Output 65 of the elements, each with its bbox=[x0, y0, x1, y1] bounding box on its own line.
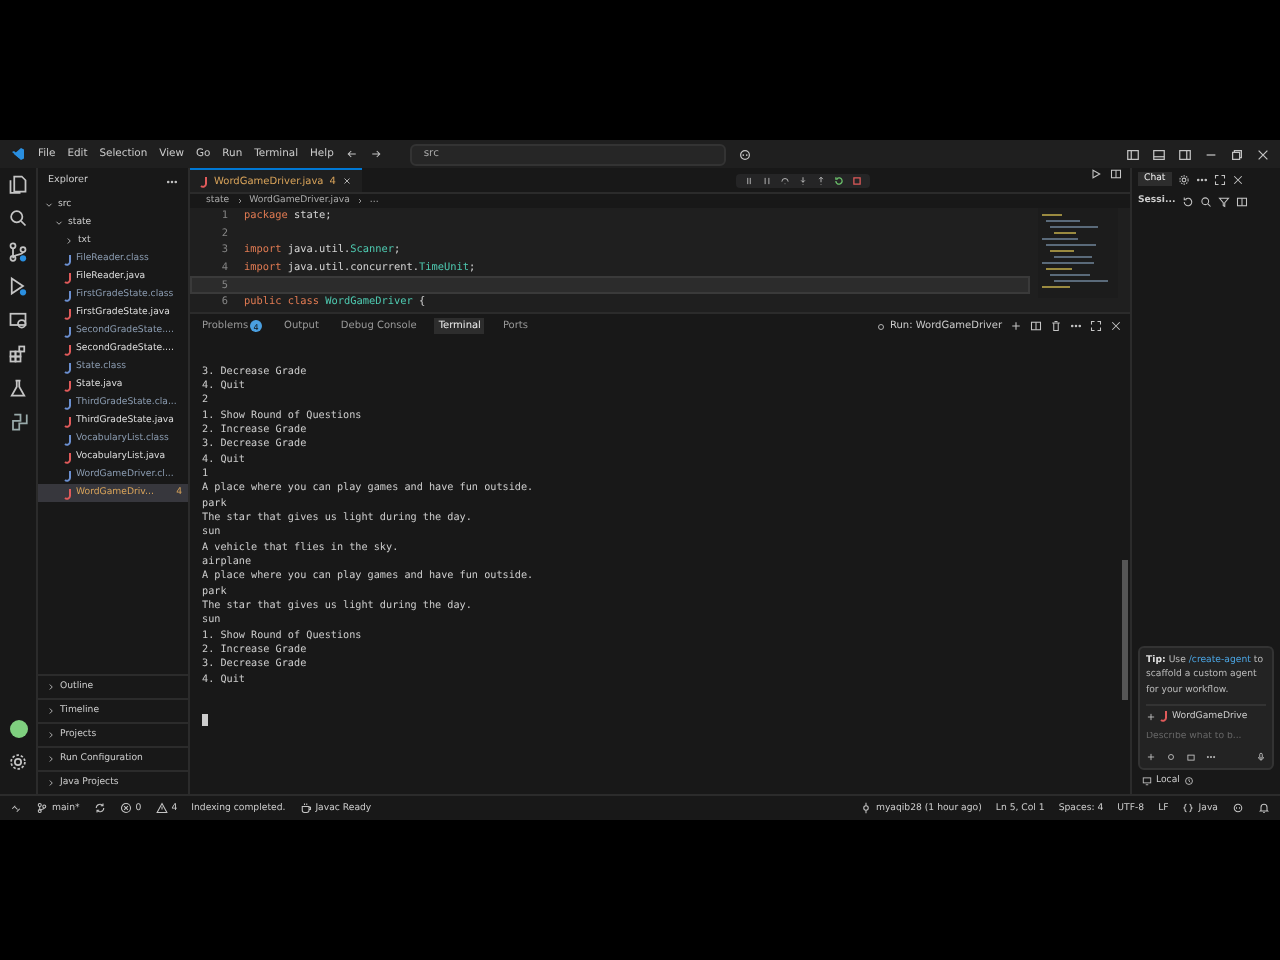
flask-icon[interactable] bbox=[8, 378, 28, 398]
search-icon[interactable] bbox=[1199, 195, 1212, 207]
commit-icon bbox=[859, 802, 872, 814]
stop-icon[interactable] bbox=[852, 175, 862, 185]
account-avatar[interactable] bbox=[9, 720, 27, 738]
split-icon[interactable] bbox=[1235, 195, 1248, 207]
close-icon[interactable] bbox=[1231, 173, 1244, 185]
maximize-icon[interactable] bbox=[1213, 173, 1226, 185]
chevron-right-icon[interactable] bbox=[64, 236, 74, 246]
java-file-icon bbox=[1160, 710, 1168, 722]
split-editor-icon[interactable] bbox=[1110, 168, 1122, 180]
microphone-icon[interactable] bbox=[1256, 752, 1266, 762]
error-icon bbox=[119, 802, 132, 814]
refresh-icon[interactable] bbox=[1181, 195, 1194, 207]
trash-icon[interactable] bbox=[1050, 320, 1062, 333]
extensions-icon[interactable] bbox=[8, 344, 28, 364]
close-icon[interactable] bbox=[1256, 147, 1270, 161]
chevron-right-icon bbox=[46, 682, 56, 692]
bell-icon[interactable] bbox=[1258, 802, 1270, 814]
more-icon[interactable] bbox=[1070, 320, 1082, 333]
chevron-right-icon bbox=[46, 706, 56, 716]
back-arrow-icon[interactable] bbox=[345, 148, 358, 160]
scrollbar[interactable] bbox=[1122, 559, 1128, 700]
close-icon[interactable] bbox=[1110, 320, 1122, 333]
warning-icon bbox=[155, 802, 168, 814]
layout-icon[interactable] bbox=[1126, 147, 1140, 161]
cup-icon bbox=[299, 802, 312, 814]
restart-icon[interactable] bbox=[834, 175, 844, 185]
step-over-icon[interactable] bbox=[780, 175, 790, 185]
history-icon[interactable] bbox=[1183, 776, 1194, 786]
run-debug-icon[interactable] bbox=[8, 276, 28, 296]
drag-handle-icon[interactable] bbox=[744, 175, 754, 185]
add-icon[interactable] bbox=[1146, 752, 1156, 762]
monitor-icon bbox=[1142, 776, 1152, 786]
split-terminal-icon[interactable] bbox=[1030, 320, 1042, 333]
vscode-logo-icon bbox=[10, 146, 26, 162]
settings-icon[interactable] bbox=[8, 752, 28, 772]
terminal-cursor bbox=[202, 714, 208, 727]
more-icon[interactable] bbox=[166, 176, 178, 188]
add-terminal-icon[interactable] bbox=[1010, 320, 1022, 333]
filter-icon[interactable] bbox=[1217, 195, 1230, 207]
pause-icon[interactable] bbox=[762, 175, 772, 185]
braces-icon bbox=[1182, 802, 1195, 814]
step-out-icon[interactable] bbox=[816, 175, 826, 185]
search-icon[interactable] bbox=[8, 208, 28, 228]
forward-arrow-icon[interactable] bbox=[369, 148, 382, 160]
add-icon[interactable] bbox=[1146, 711, 1156, 721]
panel-icon[interactable] bbox=[1152, 147, 1166, 161]
source-control-icon[interactable] bbox=[8, 242, 28, 262]
restore-icon[interactable] bbox=[1230, 147, 1244, 161]
branch-icon bbox=[36, 802, 48, 814]
step-into-icon[interactable] bbox=[798, 175, 808, 185]
chevron-right-icon bbox=[46, 730, 56, 740]
close-icon[interactable] bbox=[341, 176, 352, 186]
run-icon[interactable] bbox=[1090, 168, 1102, 180]
more-icon[interactable] bbox=[1195, 173, 1208, 185]
chevron-right-icon bbox=[46, 778, 56, 788]
chevron-right-icon bbox=[46, 754, 56, 764]
settings-icon[interactable] bbox=[1177, 173, 1190, 185]
sync-icon[interactable] bbox=[93, 802, 106, 814]
sidebar-icon[interactable] bbox=[1178, 147, 1192, 161]
remote-explorer-icon[interactable] bbox=[8, 310, 28, 330]
files-icon[interactable] bbox=[8, 174, 28, 194]
maximize-icon[interactable] bbox=[1090, 320, 1102, 333]
java-file-icon bbox=[200, 175, 208, 187]
